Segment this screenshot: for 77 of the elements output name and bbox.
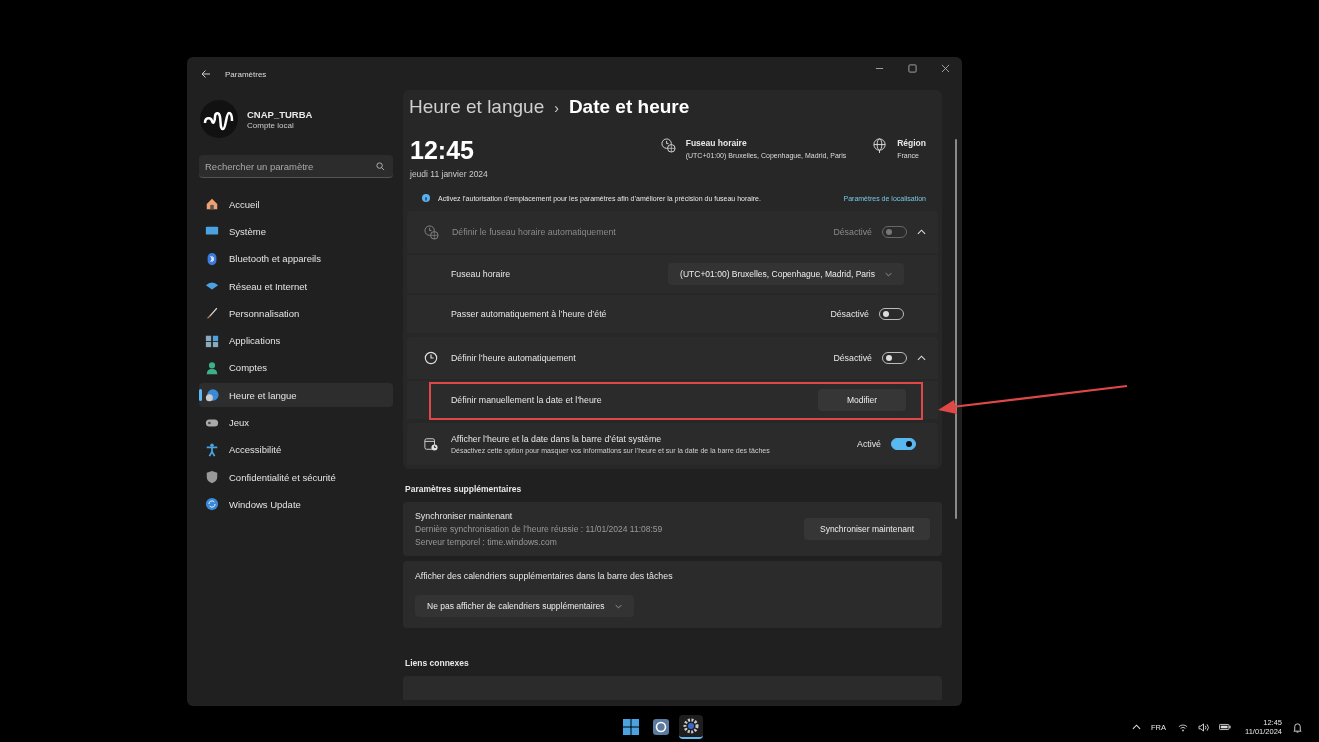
sync-detail: Dernière synchronisation de l’heure réussie : 11/01/2024 11:08:59 <box>415 524 663 534</box>
chevron-up-icon[interactable] <box>1132 724 1141 730</box>
chevron-down-icon <box>614 603 622 609</box>
sidebar-item[interactable]: Applications <box>199 328 393 353</box>
setting-label: Passer automatiquement à l’heure d’été <box>451 309 608 319</box>
back-arrow-icon[interactable] <box>201 69 211 79</box>
clock-globe-icon <box>424 224 439 240</box>
setting-label: Fuseau horaire <box>451 269 512 279</box>
start-grid-icon <box>623 719 639 735</box>
setting-label: Définir l’heure automatiquement <box>451 353 577 363</box>
account-name: CNAP_TURBA <box>247 108 313 120</box>
globe-icon <box>872 138 888 153</box>
setting-label: Définir le fuseau horaire automatiquement <box>452 227 617 237</box>
settings-icon <box>683 718 699 734</box>
sidebar-item[interactable]: Réseau et Internet <box>199 273 393 299</box>
calendar-label: Afficher des calendriers supplémentaires dans la barre des tâches <box>415 571 673 581</box>
maximize-icon[interactable] <box>908 63 917 73</box>
toggle-state-label: Désactivé <box>833 227 872 237</box>
account-type: Compte local <box>247 120 295 130</box>
chevron-down-icon <box>885 271 892 277</box>
wifi-icon[interactable] <box>1178 722 1188 732</box>
search-icon[interactable] <box>376 162 385 171</box>
clock-date: jeudi 11 janvier 2024 <box>410 169 489 179</box>
toggle-state-label: Désactivé <box>830 309 869 319</box>
sidebar-item[interactable]: Jeux <box>199 410 393 435</box>
sync-title: Synchroniser maintenant <box>415 511 514 521</box>
sidebar-item[interactable]: Système <box>199 219 393 244</box>
setting-label: Définir manuellement la date et l’heure <box>451 395 603 405</box>
sidebar-icon <box>205 442 219 457</box>
sidebar-icon <box>205 388 219 403</box>
clock-time: 12:45 <box>410 138 475 163</box>
toggle-state-label: Désactivé <box>833 353 872 363</box>
timezone-label: Fuseau horaire <box>685 138 748 148</box>
close-icon[interactable] <box>941 63 950 73</box>
sync-now-button[interactable]: Synchroniser maintenant <box>803 518 930 540</box>
toggle-state-label: Activé <box>857 439 881 449</box>
window-title: Paramètres <box>225 69 267 79</box>
notification-bell-icon[interactable] <box>1292 721 1303 733</box>
volume-icon[interactable] <box>1198 722 1209 732</box>
battery-icon[interactable] <box>1219 723 1231 731</box>
breadcrumb-separator: › <box>554 100 559 116</box>
info-icon <box>422 194 430 202</box>
sidebar-item[interactable]: Heure et langue <box>199 383 393 408</box>
scrollbar-thumb[interactable] <box>955 139 957 519</box>
sidebar-item[interactable]: Accueil <box>199 192 393 217</box>
sidebar-item[interactable]: Confidentialité et sécurité <box>199 464 393 490</box>
calendar-clock-icon <box>424 437 438 451</box>
setting-label: Afficher l’heure et la date dans la barre d’état système <box>451 434 663 444</box>
sidebar-icon <box>205 197 219 212</box>
sidebar-item[interactable]: Windows Update <box>199 492 393 517</box>
search-field[interactable]: Rechercher un paramètre <box>199 155 393 178</box>
sidebar-item[interactable]: Accessibilité <box>199 437 393 462</box>
app-icon <box>653 719 669 735</box>
sidebar-icon <box>205 497 219 512</box>
region-label: Région <box>897 138 926 148</box>
sidebar-icon <box>205 360 219 375</box>
chevron-icon[interactable] <box>917 355 926 361</box>
section-title: Paramètres supplémentaires <box>405 484 523 494</box>
avatar-logo-icon <box>199 99 239 139</box>
sidebar-icon <box>205 333 219 348</box>
page-title: Date et heure <box>568 96 690 118</box>
sidebar-icon <box>205 470 219 485</box>
modify-button[interactable]: Modifier <box>818 389 906 411</box>
taskbar-app[interactable] <box>679 715 703 739</box>
breadcrumb-link[interactable]: Heure et langue <box>409 96 545 118</box>
sidebar-item[interactable]: Bluetooth et appareils <box>199 246 393 271</box>
calendar-dropdown[interactable]: Ne pas afficher de calendriers supplémentaires <box>415 595 634 617</box>
toggle-switch[interactable] <box>891 438 916 450</box>
sidebar-item[interactable]: Comptes <box>199 355 393 381</box>
clock-globe-icon <box>660 138 676 153</box>
clock-icon <box>424 351 438 365</box>
sidebar-icon <box>205 306 219 321</box>
section-title: Liens connexes <box>405 658 470 668</box>
sync-detail: Serveur temporel : time.windows.com <box>415 537 558 547</box>
sidebar-item[interactable]: Personnalisation <box>199 301 393 326</box>
sidebar-icon <box>205 251 219 266</box>
timezone-dropdown[interactable]: (UTC+01:00) Bruxelles, Copenhague, Madrid, Paris <box>668 263 904 285</box>
